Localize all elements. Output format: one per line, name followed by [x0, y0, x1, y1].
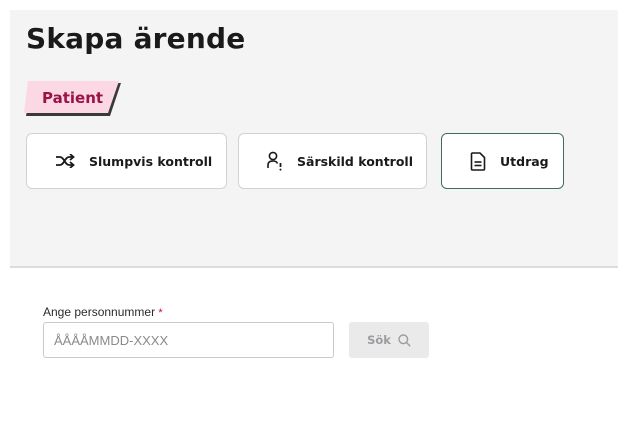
- search-button[interactable]: Sök: [349, 322, 429, 358]
- header-panel: Skapa ärende Patient Slumpvis kontroll S…: [10, 10, 618, 268]
- random-control-button[interactable]: Slumpvis kontroll: [26, 133, 227, 189]
- search-icon: [398, 333, 411, 347]
- patient-tag-label: Patient: [42, 89, 104, 107]
- patient-tag: Patient: [24, 81, 122, 117]
- personnummer-label: Ange personnummer *: [43, 305, 163, 319]
- extract-label: Utdrag: [500, 153, 549, 169]
- special-control-label: Särskild kontroll: [297, 153, 413, 169]
- extract-button[interactable]: Utdrag: [441, 133, 564, 189]
- random-control-label: Slumpvis kontroll: [89, 153, 213, 169]
- special-control-button[interactable]: Särskild kontroll: [238, 133, 427, 189]
- personnummer-label-text: Ange personnummer: [43, 305, 156, 319]
- personnummer-input[interactable]: [43, 322, 334, 358]
- document-icon: [470, 151, 486, 171]
- shuffle-icon: [56, 154, 75, 168]
- search-button-label: Sök: [367, 333, 391, 347]
- person-alert-icon: [267, 151, 282, 171]
- page-title: Skapa ärende: [26, 22, 246, 55]
- required-marker: *: [158, 307, 163, 319]
